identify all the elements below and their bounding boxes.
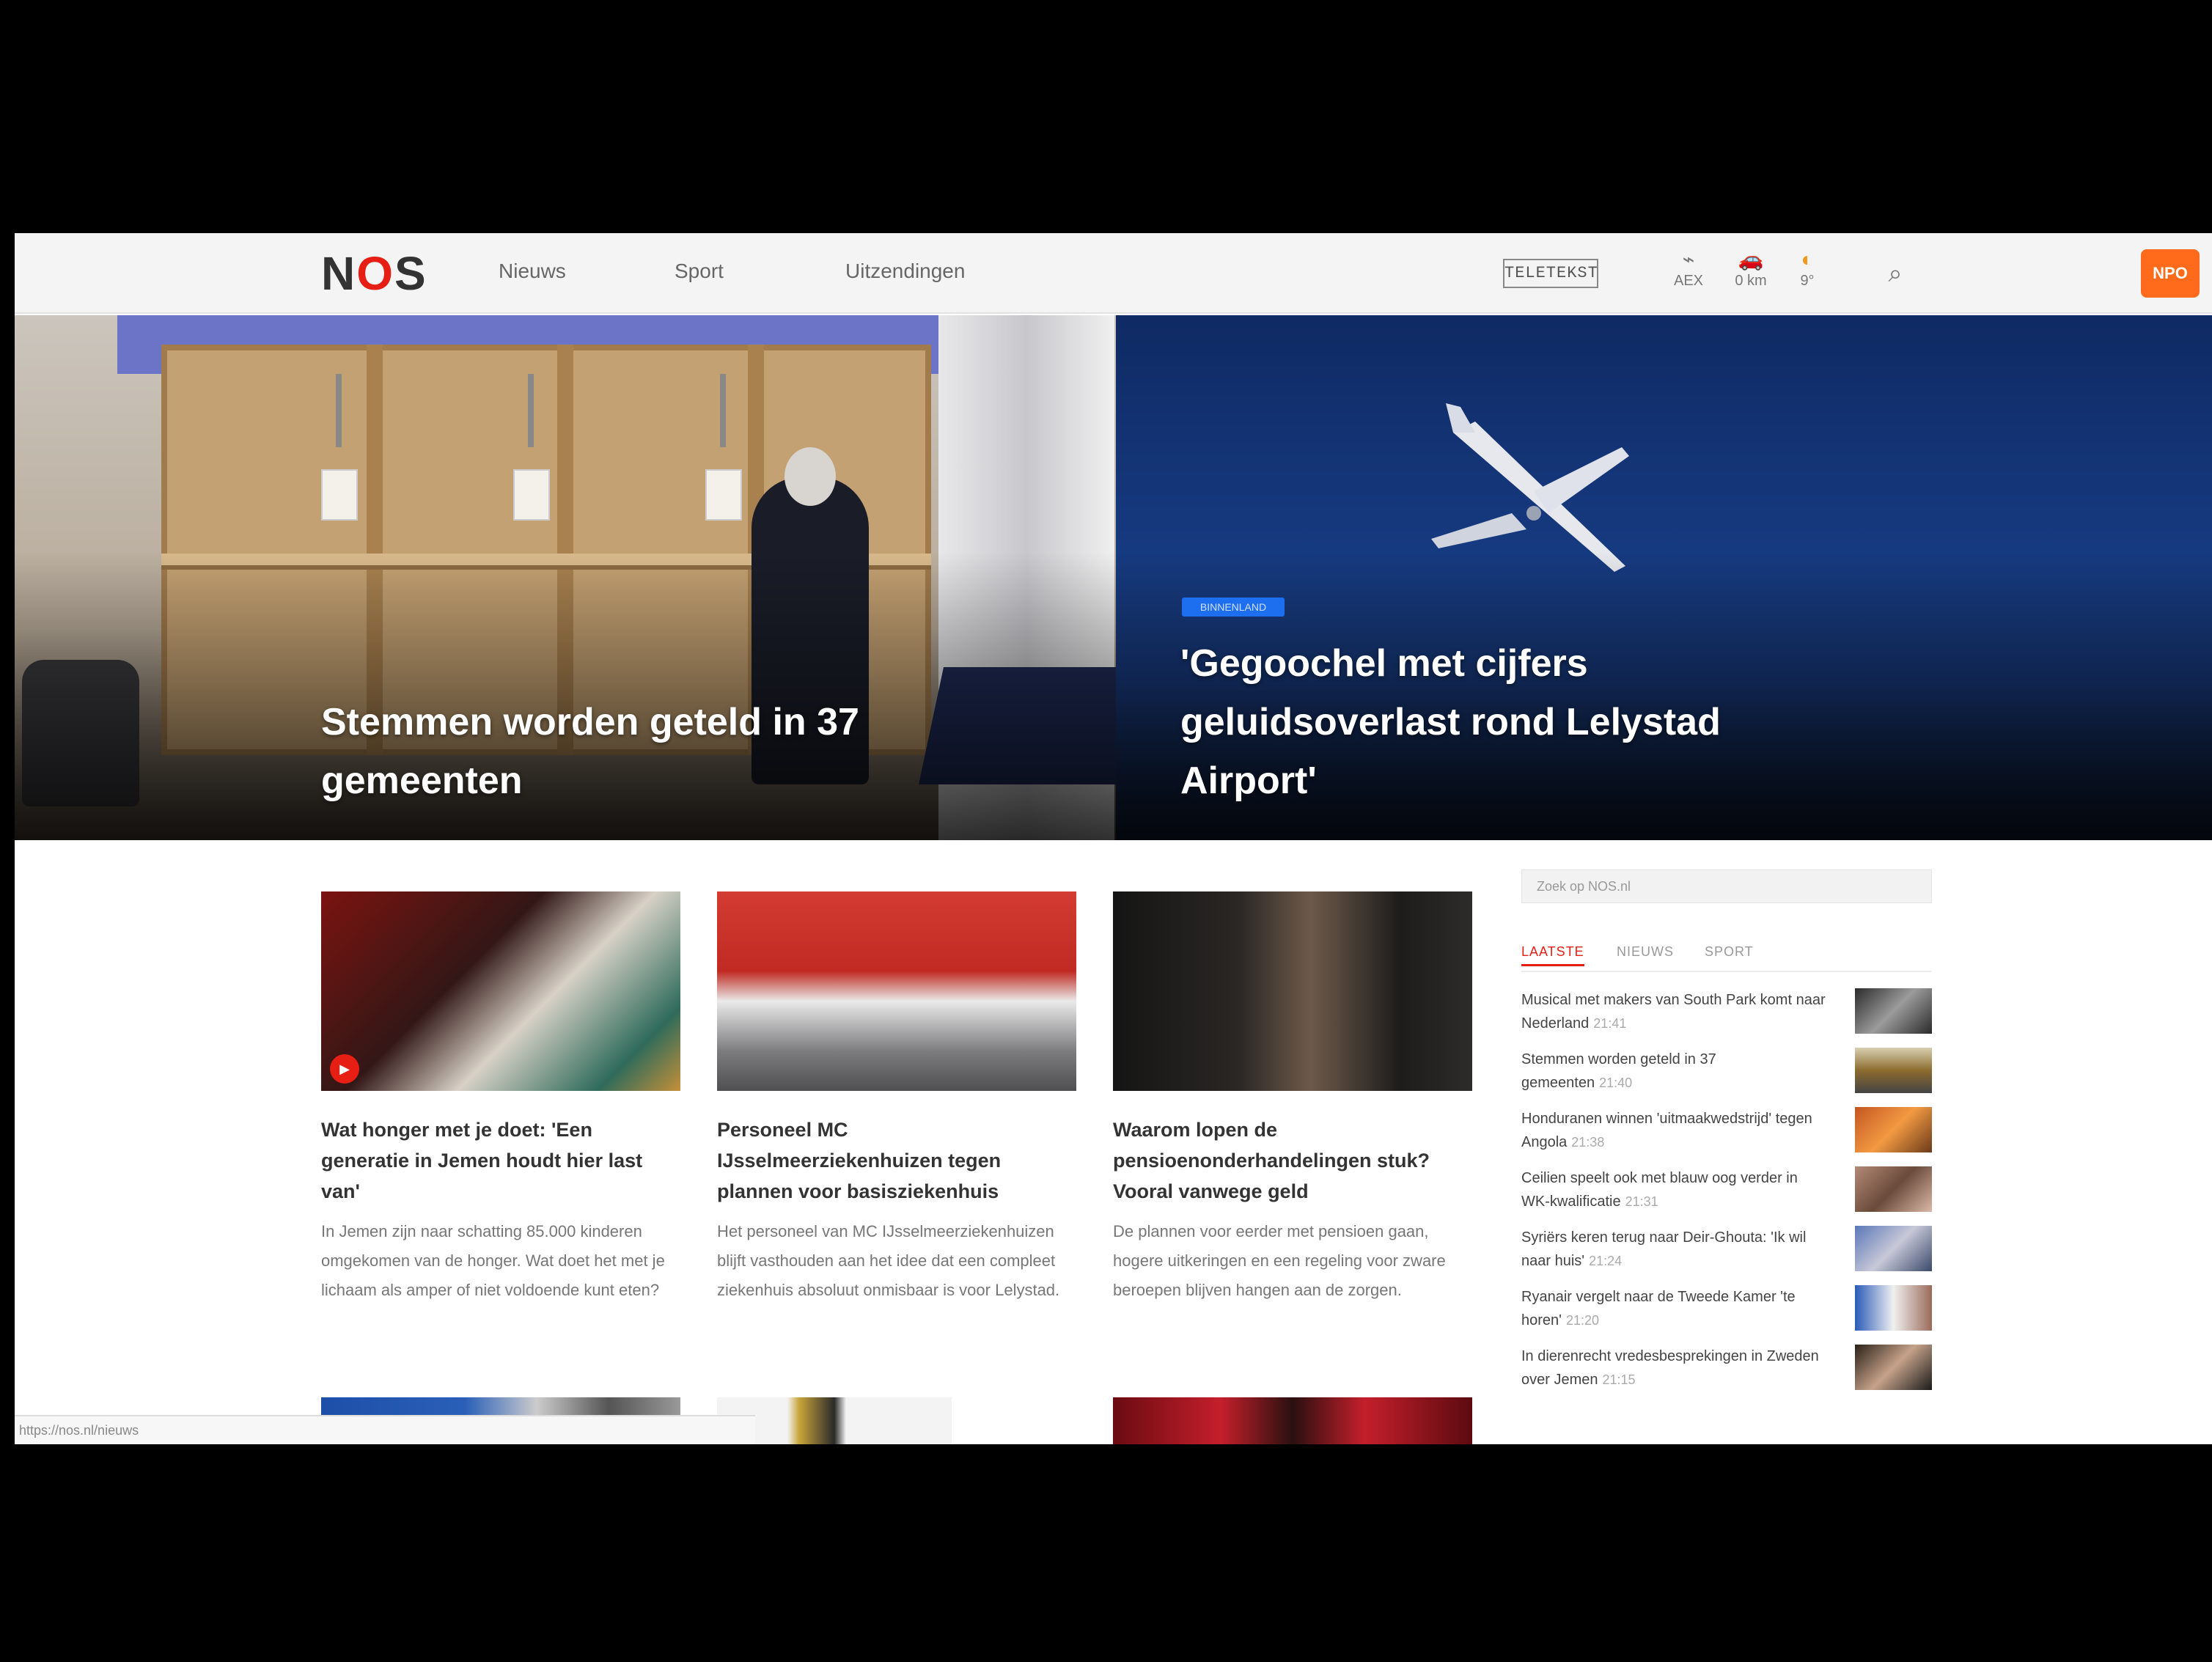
sidebar-tabs: LAATSTE NIEUWS SPORT [1521,938,1932,972]
list-item-title: Honduranen winnen 'uitmaakwedstrijd' teg… [1521,1111,1812,1150]
article-title[interactable]: Waarom lopen de pensioenonderhandelingen… [1113,1114,1472,1207]
list-item-title: Ceilien speelt ook met blauw oog verder … [1521,1170,1798,1210]
article-image: ▶ [321,891,680,1091]
category-badge: BINNENLAND [1182,597,1285,617]
video-letterbox-bottom [0,1444,2212,1662]
list-item[interactable]: Syriërs keren terug naar Deir-Ghouta: 'I… [1521,1226,1932,1285]
hero-article-left[interactable]: Stemmen worden geteld in 37 gemeenten [15,315,1116,840]
tab-nieuws[interactable]: NIEUWS [1617,944,1674,960]
list-item-time: 21:31 [1625,1194,1658,1209]
chart-icon: ⌁ [1682,248,1695,271]
latest-news-list: Musical met makers van South Park komt n… [1521,988,1932,1404]
list-item[interactable]: In dierenrecht vredesbesprekingen in Zwe… [1521,1345,1932,1404]
car-icon: 🚗 [1738,248,1764,271]
list-item-title: Ryanair vergelt naar de Tweede Kamer 'te… [1521,1289,1796,1328]
nav-item-nieuws[interactable]: Nieuws [499,260,566,283]
article-image [717,891,1076,1091]
article-title[interactable]: Personeel MC IJsselmeerziekenhuizen tege… [717,1114,1076,1207]
list-item[interactable]: Honduranen winnen 'uitmaakwedstrijd' teg… [1521,1107,1932,1166]
list-item-text: Ceilien speelt ook met blauw oog verder … [1521,1166,1829,1213]
list-item-time: 21:38 [1571,1135,1605,1150]
article-summary: Het personeel van MC IJsselmeerziekenhui… [717,1222,1060,1299]
list-item-text: Ryanair vergelt naar de Tweede Kamer 'te… [1521,1285,1829,1332]
list-item-time: 21:15 [1602,1372,1636,1387]
traffic-widget[interactable]: 🚗 0 km [1725,246,1776,290]
article-image [1113,891,1472,1091]
list-item[interactable]: Ceilien speelt ook met blauw oog verder … [1521,1166,1932,1226]
aex-label: AEX [1673,273,1704,289]
article-summary: In Jemen zijn naar schatting 85.000 kind… [321,1222,665,1299]
list-item-title: In dierenrecht vredesbesprekingen in Zwe… [1521,1348,1819,1388]
hero-left-title[interactable]: Stemmen worden geteld in 37 gemeenten [321,693,981,810]
list-item-text: Musical met makers van South Park komt n… [1521,988,1829,1035]
article-summary: De plannen voor eerder met pensioen gaan… [1113,1222,1446,1299]
sidebar: Zoek op NOS.nl LAATSTE NIEUWS SPORT Musi… [1521,869,1932,1404]
list-item-time: 21:20 [1565,1313,1600,1328]
list-item-title: Musical met makers van South Park komt n… [1521,992,1826,1032]
nav-item-sport[interactable]: Sport [675,260,724,283]
article-card[interactable]: ▶ Wat honger met je doet: 'Een generatie… [321,891,680,1305]
article-teaser-image[interactable] [1113,1397,1472,1444]
tab-laatste[interactable]: LAATSTE [1521,944,1584,966]
list-item-thumbnail [1855,1107,1932,1152]
list-item-thumbnail [1855,1166,1932,1212]
sidebar-search-input[interactable]: Zoek op NOS.nl [1521,869,1932,903]
tab-sport[interactable]: SPORT [1705,944,1754,960]
hero-article-right[interactable]: BINNENLAND 'Gegoochel met cijfers geluid… [1116,315,2212,840]
browser-viewport: NOS Nieuws Sport Uitzendingen TELETEKST … [15,233,2212,1444]
article-title[interactable]: Wat honger met je doet: 'Een generatie i… [321,1114,680,1207]
list-item-thumbnail [1855,1226,1932,1271]
list-item-text: Stemmen worden geteld in 37 gemeenten 21:… [1521,1048,1829,1095]
list-item[interactable]: Stemmen worden geteld in 37 gemeenten 21:… [1521,1048,1932,1107]
list-item-text: In dierenrecht vredesbesprekingen in Zwe… [1521,1345,1829,1391]
list-item-time: 21:40 [1599,1075,1633,1090]
aex-widget[interactable]: ⌁ AEX [1663,246,1714,290]
video-left-edge [0,0,15,1662]
search-button[interactable]: ⌕ [1877,255,1914,292]
list-item-text: Syriërs keren terug naar Deir-Ghouta: 'I… [1521,1226,1829,1273]
traffic-label: 0 km [1735,273,1767,289]
video-letterbox-top [0,0,2212,233]
teletekst-link[interactable]: TELETEKST [1503,259,1598,288]
hero-right-title[interactable]: 'Gegoochel met cijfers geluidsoverlast r… [1180,634,1840,810]
sun-icon: ◐ [1801,248,1814,271]
list-item[interactable]: Ryanair vergelt naar de Tweede Kamer 'te… [1521,1285,1932,1345]
weather-label: 9° [1800,273,1815,289]
article-card[interactable]: Personeel MC IJsselmeerziekenhuizen tege… [717,891,1076,1305]
article-card[interactable]: Waarom lopen de pensioenonderhandelingen… [1113,891,1472,1305]
weather-widget[interactable]: ◐ 9° [1782,246,1833,290]
list-item-time: 21:24 [1589,1254,1623,1268]
list-item-thumbnail [1855,1345,1932,1390]
list-item-text: Honduranen winnen 'uitmaakwedstrijd' teg… [1521,1107,1829,1154]
list-item-thumbnail [1855,988,1932,1034]
status-bar-url: https://nos.nl/nieuws [15,1415,755,1444]
search-icon: ⌕ [1888,260,1903,287]
list-item-title: Syriërs keren terug naar Deir-Ghouta: 'I… [1521,1229,1807,1269]
nos-logo[interactable]: NOS [321,246,427,301]
site-header: NOS Nieuws Sport Uitzendingen TELETEKST … [15,233,2212,314]
nav-item-uitzendingen[interactable]: Uitzendingen [845,260,965,283]
list-item-time: 21:41 [1593,1016,1627,1031]
list-item[interactable]: Musical met makers van South Park komt n… [1521,988,1932,1048]
npo-logo[interactable]: NPO [2141,249,2200,298]
list-item-thumbnail [1855,1285,1932,1331]
list-item-thumbnail [1855,1048,1932,1093]
play-icon: ▶ [330,1054,359,1084]
